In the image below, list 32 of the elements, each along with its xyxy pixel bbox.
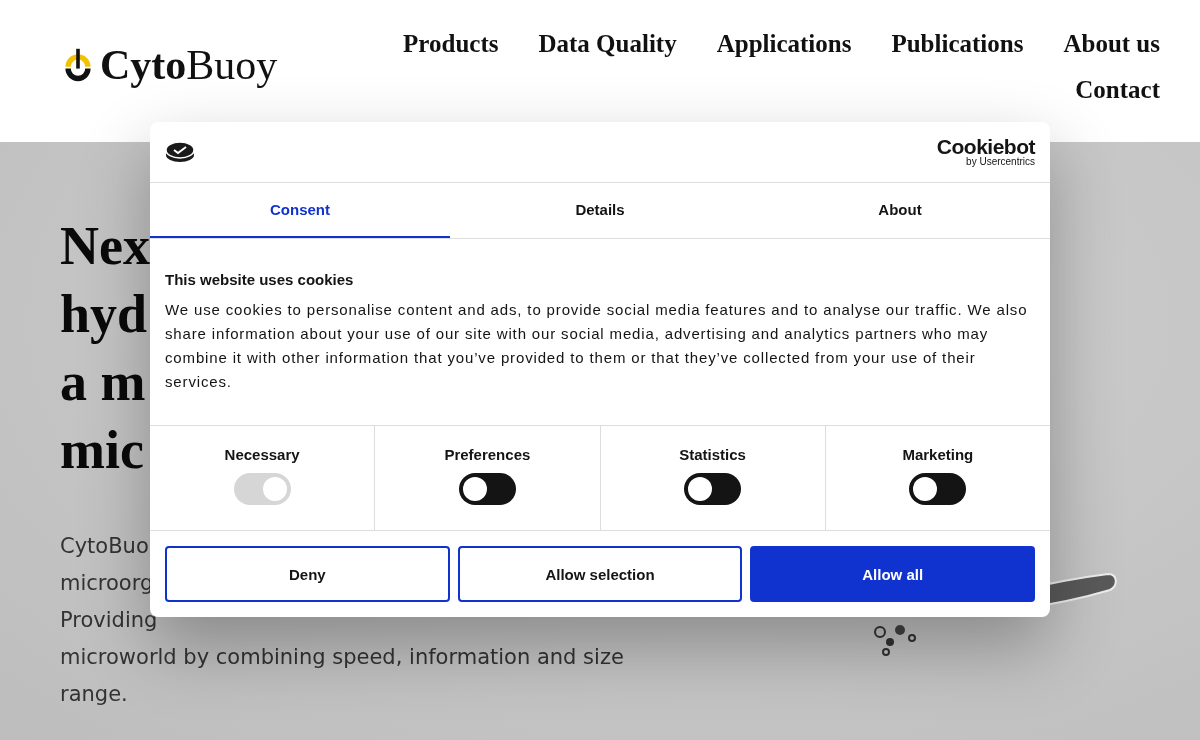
dialog-title: This website uses cookies bbox=[165, 270, 355, 288]
nav-link[interactable]: Products bbox=[403, 28, 499, 60]
dialog-description: We use cookies to personalise content and ads, to provide social media features and to analyse our traffic. We also share information about your use of our site with our social media, advertising and analytics partners who may combine it with other information that you’ve provided to them or that they’ve collected from your use of their services. bbox=[165, 299, 1029, 392]
hero-heading-text: Nex bbox=[60, 215, 150, 278]
nav-link[interactable]: Applications bbox=[716, 28, 852, 60]
brand-tagline: by Usercentrics bbox=[966, 157, 1035, 168]
hero-paragraph-text: microorg bbox=[60, 570, 154, 597]
toggle-switch[interactable] bbox=[909, 473, 967, 506]
brand-logo-text: Cookiebot bbox=[936, 136, 1035, 158]
nav-link[interactable]: About us bbox=[1063, 28, 1160, 60]
nav-link[interactable]: Data Quality bbox=[538, 28, 677, 60]
consent-button[interactable]: Allow all bbox=[750, 546, 1035, 602]
toggle-label: Preferences bbox=[444, 446, 531, 464]
toggle-label: Necessary bbox=[224, 446, 300, 464]
toggle-label: Marketing bbox=[902, 446, 974, 464]
hero-paragraph-text: microworld by combining speed, information and size bbox=[60, 644, 624, 671]
cookie-check-icon bbox=[165, 140, 195, 163]
tab[interactable]: Consent bbox=[150, 182, 450, 238]
toggle-label: Statistics bbox=[679, 446, 746, 464]
nav-link[interactable]: Contact bbox=[1075, 74, 1160, 106]
hero-paragraph-text: range. bbox=[60, 681, 128, 708]
consent-button[interactable]: Allow selection bbox=[457, 546, 743, 602]
hero-heading-text: hyd bbox=[60, 283, 148, 346]
logo-wordmark[interactable]: CytoBuoy bbox=[100, 44, 278, 86]
hero-heading-text: a m bbox=[60, 351, 146, 414]
nav-link[interactable]: Publications bbox=[891, 28, 1024, 60]
hero-paragraph-text: Providing bbox=[60, 607, 158, 634]
toggle-switch[interactable] bbox=[458, 473, 516, 506]
hero-paragraph-text: CytoBuo bbox=[60, 533, 149, 560]
consent-button[interactable]: Deny bbox=[165, 546, 450, 602]
toggle-switch[interactable] bbox=[684, 473, 742, 506]
hero-heading-text: mic bbox=[60, 419, 144, 482]
